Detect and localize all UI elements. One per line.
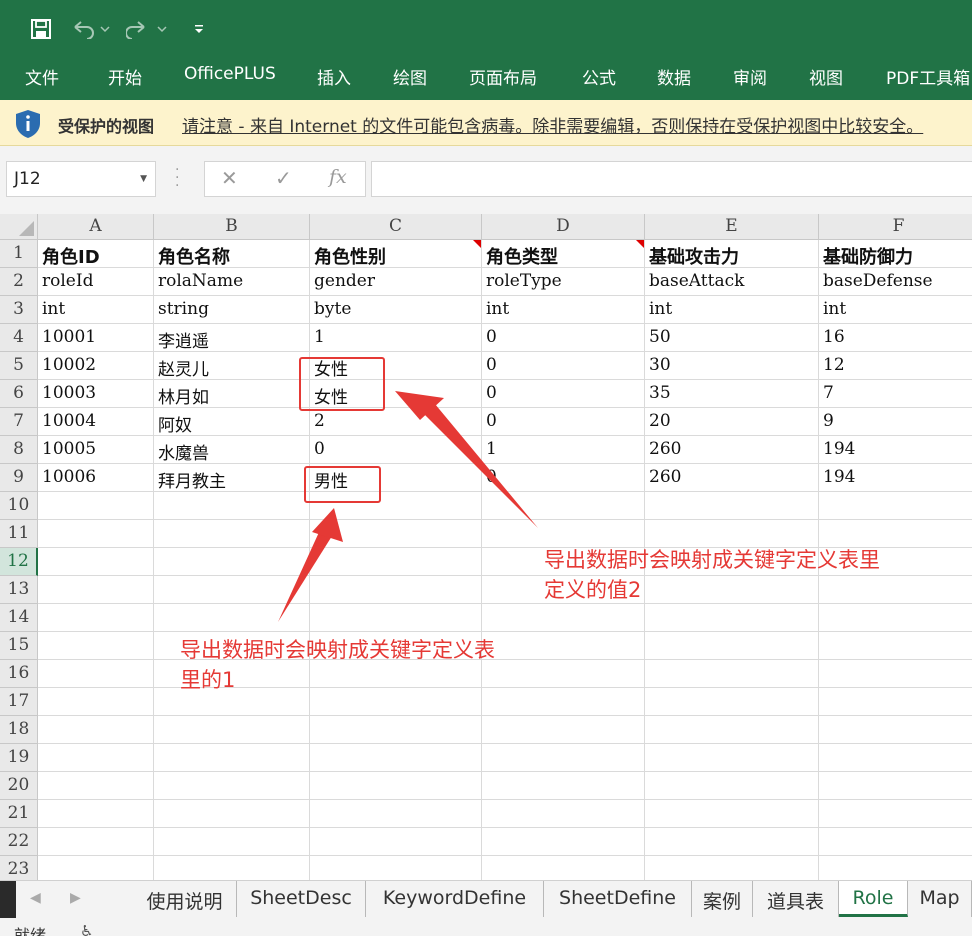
sheet-tab-0[interactable]: 使用说明 (133, 881, 237, 917)
redo-button[interactable] (126, 14, 170, 44)
formula-input[interactable] (371, 161, 972, 197)
scroll-tabs-left-icon[interactable]: ◀ (30, 890, 41, 906)
tab-review[interactable]: 审阅 (733, 64, 767, 89)
tab-data[interactable]: 数据 (657, 64, 691, 89)
arrowhead-male-icon (312, 508, 343, 542)
tab-view[interactable]: 视图 (809, 64, 843, 89)
annotation-text-female: 导出数据时会映射成关键字定义表里 定义的值2 (544, 548, 880, 602)
formula-bar: J12 ▼ · · · ✕ ✓ fx (0, 146, 972, 214)
sheet-tab-1[interactable]: SheetDesc (237, 881, 366, 917)
tab-officeplus[interactable]: OfficePLUS (184, 64, 276, 84)
shield-info-icon (16, 110, 40, 138)
tab-formulas[interactable]: 公式 (582, 64, 616, 89)
tab-home[interactable]: 开始 (108, 64, 142, 89)
worksheet-grid[interactable]: ABCDEF 1 2 3 4 5 6 7 8 9 10 11 12 13 14 15 16 17 18 19 20 21… (0, 214, 972, 880)
sheet-tab-5[interactable]: 道具表 (753, 881, 839, 917)
confirm-icon[interactable]: ✓ (275, 166, 292, 190)
arrow-to-female-icon (418, 398, 538, 528)
sheet-tab-4[interactable]: 案例 (692, 881, 753, 917)
protected-view-bar: 受保护的视图 请注意 - 来自 Internet 的文件可能包含病毒。除非需要编… (0, 100, 972, 146)
save-icon (31, 19, 51, 39)
save-button[interactable] (26, 14, 56, 44)
title-bar (0, 0, 972, 58)
drag-handle-icon[interactable]: · · · (175, 163, 179, 193)
tab-draw[interactable]: 绘图 (393, 64, 427, 89)
tab-pdf-tools[interactable]: PDF工具箱 (886, 64, 970, 89)
undo-icon (74, 21, 110, 39)
tab-bar-edge (0, 881, 16, 919)
tab-file[interactable]: 文件 (25, 64, 59, 89)
sheet-tab-3[interactable]: SheetDefine (544, 881, 692, 917)
accessibility-icon[interactable]: ♿ (80, 922, 93, 936)
sheet-tab-7[interactable]: Map (908, 881, 972, 917)
redo-icon (126, 21, 167, 39)
arrow-to-male-icon (278, 530, 332, 622)
name-box-value: J12 (14, 169, 41, 189)
customize-qat-icon (195, 25, 203, 33)
insert-function-icon[interactable]: fx (329, 166, 347, 188)
customize-qat-button[interactable] (190, 14, 208, 44)
protected-view-title: 受保护的视图 (58, 117, 155, 136)
name-box[interactable]: J12 ▼ (6, 161, 156, 197)
sheet-tab-bar: ◀ ▶ 使用说明 SheetDesc KeywordDefine SheetDefin… (0, 880, 972, 919)
chevron-down-icon[interactable]: ▼ (140, 174, 147, 184)
scroll-tabs-right-icon[interactable]: ▶ (70, 890, 81, 906)
ribbon-tabs: 文件 开始 OfficePLUS 插入 绘图 页面布局 公式 数据 审阅 视图 … (0, 58, 972, 100)
sheet-tab-6[interactable]: Role (839, 881, 908, 917)
sheet-tab-2[interactable]: KeywordDefine (366, 881, 544, 917)
formula-buttons: ✕ ✓ fx (204, 161, 366, 197)
tab-insert[interactable]: 插入 (317, 64, 351, 89)
undo-button[interactable] (70, 14, 112, 44)
status-bar: 就绪 ♿ (0, 918, 972, 936)
tab-page-layout[interactable]: 页面布局 (469, 64, 537, 89)
cancel-icon[interactable]: ✕ (221, 166, 238, 190)
status-text: 就绪 (14, 926, 47, 936)
protected-view-message[interactable]: 请注意 - 来自 Internet 的文件可能包含病毒。除非需要编辑，否则保持在… (182, 112, 923, 137)
annotation-text-male: 导出数据时会映射成关键字定义表 里的1 (180, 638, 495, 692)
